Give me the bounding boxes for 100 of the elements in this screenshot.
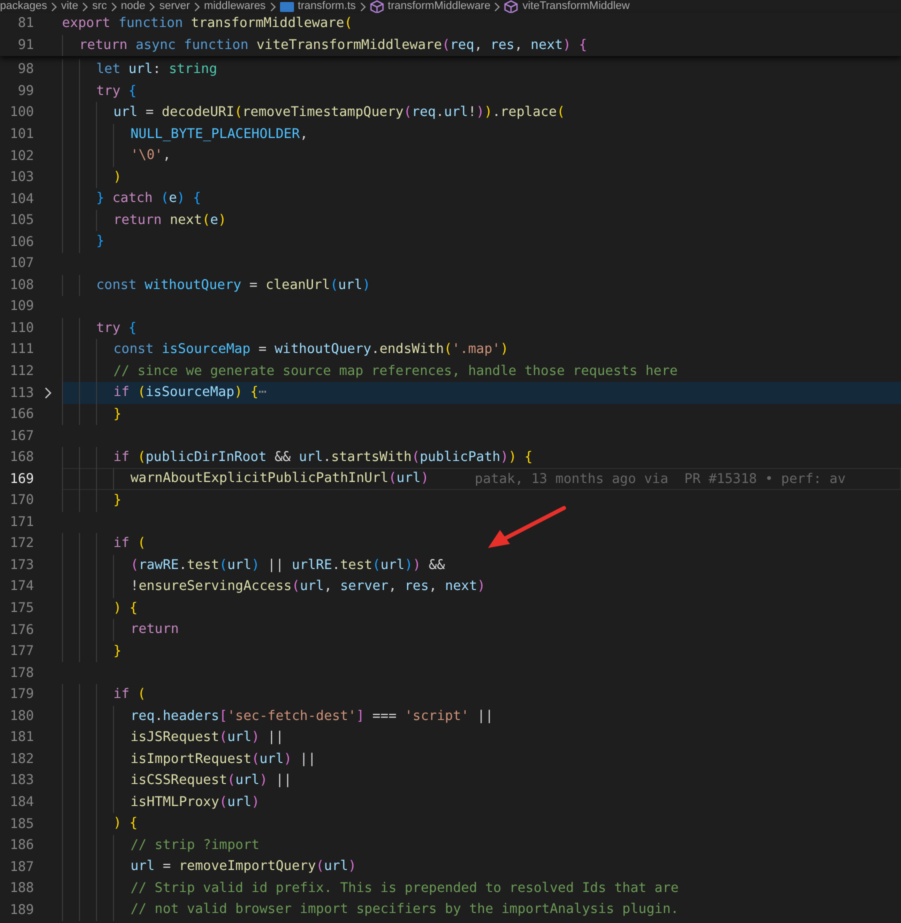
line-number: 100 — [8, 105, 34, 120]
line-number: 172 — [8, 536, 34, 552]
code-line: url = removeImportQuery(url) — [62, 856, 356, 878]
code-line: } catch (e) { — [62, 188, 202, 210]
code-line: isJSRequest(url) || — [62, 727, 284, 749]
breadcrumb-item[interactable]: viteTransformMiddlew — [522, 0, 630, 13]
line-number: 101 — [8, 127, 34, 142]
line-number: 113 — [8, 386, 34, 401]
line-number: 110 — [8, 320, 34, 336]
line-number: 111 — [8, 342, 34, 358]
cube-icon — [370, 0, 384, 14]
code-line: const isSourceMap = withoutQuery.endsWith('.map') — [62, 339, 508, 361]
code-line: } — [62, 640, 122, 662]
code-line: } — [62, 231, 104, 254]
line-number: 170 — [8, 493, 34, 508]
line-number: 181 — [8, 730, 34, 746]
chevron-right-icon — [51, 2, 58, 12]
code-line: if (isSourceMap) {⋯ — [62, 382, 267, 404]
line-number: 182 — [8, 752, 34, 767]
breadcrumb-item[interactable]: server — [159, 0, 190, 13]
code-line: return — [62, 619, 179, 641]
line-number: 108 — [8, 278, 34, 293]
line-number: 178 — [8, 666, 34, 681]
code-line: '\0', — [62, 145, 171, 167]
line-number: 184 — [8, 794, 34, 810]
line-number: 185 — [8, 816, 34, 832]
code-line: return next(e) — [62, 210, 226, 232]
line-number: 103 — [8, 170, 34, 186]
code-line: !ensureServingAccess(url, server, res, next) — [62, 576, 486, 598]
chevron-right-icon — [82, 2, 88, 12]
code-line: url = decodeURI(removeTimestampQuery(req.url!)).replace( — [62, 102, 565, 124]
code-line: isCSSRequest(url) || — [62, 770, 292, 792]
line-number: 174 — [8, 579, 34, 594]
chevron-right-icon — [360, 2, 366, 12]
code-line: const withoutQuery = cleanUrl(url) — [62, 274, 370, 296]
sticky-code-line: export function transformMiddleware( — [62, 16, 352, 32]
line-number: 171 — [8, 514, 34, 530]
line-number: 175 — [8, 601, 34, 616]
line-number: 176 — [8, 622, 34, 638]
line-number: 188 — [8, 881, 34, 896]
line-number: 168 — [8, 450, 34, 466]
breadcrumb-item[interactable]: packages — [0, 0, 48, 13]
breadcrumb-item[interactable]: transformMiddleware — [388, 0, 490, 13]
line-number: 183 — [8, 773, 34, 788]
line-number: 107 — [8, 256, 34, 272]
line-number: 169 — [8, 472, 34, 487]
line-number: 102 — [8, 148, 34, 164]
sticky-code-line: return async function viteTransformMiddleware(req, res, next) { — [62, 34, 588, 56]
code-line: // Strip valid id prefix. This is prepended to resolved Ids that are — [62, 878, 679, 900]
code-line: } — [62, 404, 122, 426]
code-line: ) — [62, 166, 122, 188]
line-number: 106 — [8, 234, 34, 250]
code-line: isHTMLProxy(url) — [62, 792, 260, 814]
code-line: req.headers['sec-fetch-dest'] === 'script' || — [62, 706, 494, 728]
line-number: 173 — [8, 558, 34, 573]
line-number: 187 — [8, 860, 34, 875]
line-number: 112 — [8, 364, 34, 380]
line-number: 177 — [8, 644, 34, 660]
line-number: 99 — [16, 84, 34, 99]
breadcrumb-item[interactable]: transform.ts — [298, 0, 356, 13]
chevron-right-icon[interactable] — [44, 387, 52, 400]
chevron-right-icon — [149, 2, 156, 12]
code-line: (rawRE.test(url) || urlRE.test(url)) && — [62, 554, 445, 576]
line-number: 166 — [8, 407, 34, 422]
chevron-right-icon — [270, 2, 276, 12]
line-number: 186 — [8, 838, 34, 854]
code-line: try { — [62, 318, 137, 340]
code-line: try { — [62, 80, 137, 102]
line-number: 179 — [8, 687, 34, 702]
code-line: NULL_BYTE_PLACEHOLDER, — [62, 124, 308, 146]
code-line: } — [62, 490, 122, 512]
code-line: // strip ?import — [62, 834, 260, 856]
line-number: 189 — [8, 902, 34, 918]
chevron-right-icon — [110, 2, 117, 12]
code-line: // not valid browser import specifiers by the importAnalysis plugin. — [62, 899, 679, 921]
line-number: 98 — [16, 62, 34, 78]
code-line: if (publicDirInRoot && url.startsWith(publicPath)) { — [62, 446, 533, 468]
chevron-right-icon — [194, 2, 200, 12]
breadcrumb-item[interactable]: src — [92, 0, 107, 13]
code-line: ) { — [62, 598, 138, 620]
cube-icon — [504, 0, 518, 14]
line-number: 167 — [8, 428, 34, 444]
typescript-file-icon — [280, 0, 294, 12]
blame-annotation: patak, 13 months ago via PR #15318 • perf: av — [474, 472, 846, 487]
code-line: if ( — [62, 684, 146, 706]
line-number: 104 — [8, 192, 34, 207]
breadcrumb-item[interactable]: vite — [61, 0, 78, 13]
chevron-right-icon — [494, 2, 500, 12]
line-number: 105 — [8, 213, 34, 228]
code-line: let url: string — [62, 59, 218, 81]
code-line: warnAboutExplicitPublicPathInUrl(url) — [62, 468, 429, 490]
line-number: 180 — [8, 708, 34, 724]
code-line: if ( — [62, 533, 146, 555]
line-number: 91 — [16, 38, 34, 53]
breadcrumb-item[interactable]: middlewares — [204, 0, 266, 13]
code-line: isImportRequest(url) || — [62, 748, 316, 770]
code-line: ) { — [62, 813, 138, 835]
line-number: 81 — [16, 16, 34, 32]
line-number: 109 — [8, 299, 34, 314]
breadcrumb-item[interactable]: node — [120, 0, 146, 13]
